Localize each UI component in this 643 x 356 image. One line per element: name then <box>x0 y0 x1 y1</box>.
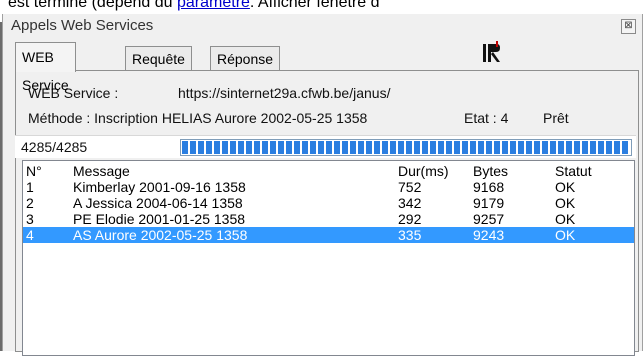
row-message: PE Elodie 2001-01-25 1358 <box>73 211 246 227</box>
doc-link-parametre[interactable]: paramètre <box>177 0 250 11</box>
row-num: 3 <box>26 211 34 227</box>
row-message: Kimberlay 2001-09-16 1358 <box>73 179 246 195</box>
tab-reponse[interactable]: Réponse <box>210 46 281 71</box>
web-services-window: Appels Web Services ⊠ WEB Service Requêt… <box>2 14 643 356</box>
row-status: OK <box>555 179 576 195</box>
row-status: OK <box>555 227 576 243</box>
header-message[interactable]: Message <box>73 163 130 179</box>
status-text: Prêt <box>543 110 569 126</box>
header-status[interactable]: Statut <box>555 163 592 179</box>
doc-text-before: est terminé (dépend du <box>8 0 177 11</box>
row-duration: 342 <box>398 195 422 211</box>
progress-count: 4285/4285 <box>21 139 88 155</box>
row-bytes: 9179 <box>473 195 505 211</box>
progress-fill <box>182 141 630 154</box>
title-bar: Appels Web Services ⊠ <box>3 14 642 36</box>
close-icon[interactable]: ⊠ <box>621 19 636 34</box>
progress-row: 4285/4285 <box>15 135 636 158</box>
row-num: 4 <box>26 227 34 243</box>
row-status: OK <box>555 211 576 227</box>
table-row[interactable]: 2 A Jessica 2004-06-14 1358 342 9179 OK <box>23 195 634 211</box>
table-row[interactable]: 3 PE Elodie 2001-01-25 1358 292 9257 OK <box>23 211 634 227</box>
row-bytes: 9168 <box>473 179 505 195</box>
row-bytes: 9243 <box>473 227 505 243</box>
row-message: AS Aurore 2002-05-25 1358 <box>73 227 248 243</box>
window-title: Appels Web Services <box>11 17 154 34</box>
header-duration[interactable]: Dur(ms) <box>398 163 449 179</box>
table-row[interactable]: 1 Kimberlay 2001-09-16 1358 752 9168 OK <box>23 179 634 195</box>
calls-list[interactable]: N° Message Dur(ms) Bytes Statut 1 Kimber… <box>22 160 635 356</box>
tab-requete[interactable]: Requête <box>125 46 192 71</box>
web-service-tool-icon[interactable] <box>481 40 503 64</box>
row-bytes: 9257 <box>473 211 505 227</box>
row-duration: 292 <box>398 211 422 227</box>
progress-bar <box>180 139 632 156</box>
doc-text-after: . Afficher fenêtre d <box>249 0 380 11</box>
list-header: N° Message Dur(ms) Bytes Statut <box>23 163 634 179</box>
web-service-url: https://sinternet29a.cfwb.be/janus/ <box>178 85 391 101</box>
method-text: Méthode : Inscription HELIAS Aurore 2002… <box>28 110 368 126</box>
etat-text: Etat : 4 <box>464 110 509 126</box>
row-message: A Jessica 2004-06-14 1358 <box>73 195 243 211</box>
header-bytes[interactable]: Bytes <box>473 163 508 179</box>
table-row-selected[interactable]: 4 AS Aurore 2002-05-25 1358 335 9243 OK <box>23 227 634 243</box>
header-num[interactable]: N° <box>26 163 42 179</box>
row-num: 2 <box>26 195 34 211</box>
row-status: OK <box>555 195 576 211</box>
row-duration: 335 <box>398 227 422 243</box>
row-num: 1 <box>26 179 34 195</box>
row-duration: 752 <box>398 179 422 195</box>
tab-web-service[interactable]: WEB Service <box>15 42 76 93</box>
